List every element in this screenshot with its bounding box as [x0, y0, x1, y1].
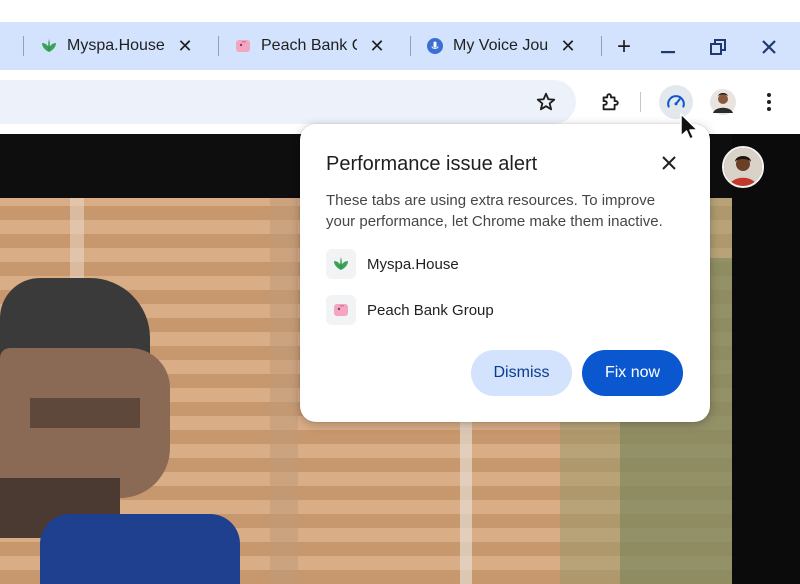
- tab-separator: [601, 36, 602, 56]
- close-icon[interactable]: [756, 34, 782, 60]
- star-icon[interactable]: [529, 85, 563, 119]
- close-icon[interactable]: [658, 152, 680, 174]
- puzzle-icon[interactable]: [593, 85, 627, 119]
- site-row: Peach Bank Group: [326, 295, 494, 325]
- profile-avatar[interactable]: [706, 85, 740, 119]
- minimize-icon[interactable]: [655, 34, 681, 60]
- tab-strip: Myspa.House ✕ Peach Bank Gr ✕ My Voice J…: [0, 22, 800, 70]
- fix-now-button[interactable]: Fix now: [582, 350, 683, 396]
- tab-title: Peach Bank Gr: [261, 37, 357, 54]
- tab-my-voice[interactable]: My Voice Jour ✕: [426, 32, 586, 60]
- tab-title: My Voice Jour: [453, 37, 549, 54]
- tab-separator: [218, 36, 219, 56]
- browser-window: Myspa.House ✕ Peach Bank Gr ✕ My Voice J…: [0, 0, 800, 584]
- address-bar[interactable]: [0, 80, 576, 124]
- tab-peach-bank[interactable]: Peach Bank Gr ✕: [234, 32, 394, 60]
- leaf-icon: [40, 37, 58, 55]
- mouse-cursor-icon: [679, 112, 701, 142]
- site-name: Peach Bank Group: [367, 301, 494, 319]
- microphone-icon: [426, 37, 444, 55]
- restore-icon[interactable]: [705, 34, 731, 60]
- piggy-bank-icon: [326, 295, 356, 325]
- dialog-description: These tabs are using extra resources. To…: [326, 192, 663, 230]
- toolbar-separator: [640, 92, 641, 112]
- tab-title: Myspa.House: [67, 37, 165, 54]
- tab-close-button[interactable]: ✕: [559, 37, 577, 55]
- tab-close-button[interactable]: ✕: [176, 37, 194, 55]
- site-row: Myspa.House: [326, 249, 459, 279]
- piggy-bank-icon: [234, 37, 252, 55]
- dismiss-button[interactable]: Dismiss: [471, 350, 572, 396]
- tab-separator: [23, 36, 24, 56]
- site-name: Myspa.House: [367, 255, 459, 273]
- participant-avatar[interactable]: [722, 146, 764, 188]
- three-dot-menu-icon[interactable]: [752, 85, 786, 119]
- dialog-title: Performance issue alert: [326, 153, 538, 175]
- video-side-panel: [732, 134, 800, 584]
- performance-alert-dialog: Performance issue alert These tabs are u…: [300, 124, 710, 422]
- tab-myspa[interactable]: Myspa.House ✕: [40, 32, 200, 60]
- tab-separator: [410, 36, 411, 56]
- new-tab-button[interactable]: +: [611, 33, 637, 60]
- leaf-icon: [326, 249, 356, 279]
- tab-close-button[interactable]: ✕: [368, 37, 386, 55]
